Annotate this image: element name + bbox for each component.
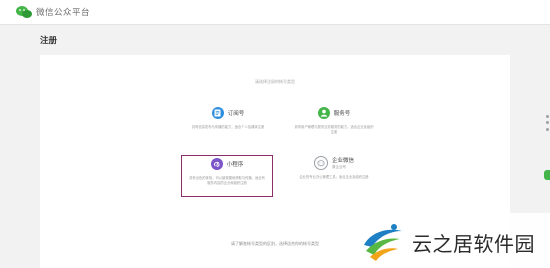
card-header: 服务号: [288, 105, 380, 121]
card-description: 企业的专业办公管理工具，适合企业及组织注册: [299, 175, 369, 179]
page-title: 注册: [40, 36, 58, 46]
card-subscription[interactable]: 订阅号 具有信息发布与传播的能力，适合个人及媒体注册: [182, 105, 274, 147]
card-name: 小程序: [226, 162, 244, 168]
card-enterprise-wechat[interactable]: 企业微信 原企业号 企业的专业办公管理工具，适合企业及组织注册: [288, 155, 380, 197]
watermark: 云之居软件园: [350, 213, 550, 268]
wechat-logo-icon[interactable]: [16, 5, 32, 19]
person-icon: [317, 107, 330, 119]
card-header: 订阅号: [182, 105, 274, 121]
watermark-text: 云之居软件园: [412, 232, 535, 256]
side-dot-icon: [545, 128, 549, 132]
side-toolbar[interactable]: [544, 113, 550, 133]
enterprise-chat-icon: [313, 156, 328, 170]
document-icon: [211, 107, 224, 119]
watermark-logo-icon: [364, 224, 402, 261]
brand-title[interactable]: 微信公众平台: [36, 6, 90, 18]
card-description: 具有用户管理与提供业务服务的能力，适合企业及组织注册: [294, 125, 374, 134]
card-description: 具有信息发布与传播的能力，适合个人及媒体注册: [191, 125, 265, 129]
card-header: 小程序: [182, 156, 272, 172]
side-feedback-tab[interactable]: [544, 170, 550, 180]
card-name: 订阅号: [227, 111, 245, 117]
card-header: 企业微信 原企业号: [288, 155, 380, 171]
top-bar: 微信公众平台: [0, 0, 550, 25]
card-service[interactable]: 服务号 具有用户管理与提供业务服务的能力，适合企业及组织注册: [288, 105, 380, 147]
card-description: 具有出色的体验，可以被便捷地获取与传播，适合有服务内容的企业和组织注册: [189, 176, 265, 185]
card-name: 企业微信: [331, 158, 354, 164]
side-dot-icon: [545, 121, 549, 125]
miniprogram-icon: [210, 158, 223, 170]
side-dot-icon: [545, 114, 549, 118]
card-name: 服务号: [333, 111, 351, 117]
account-type-prompt: 请选择注册的帐号类型: [255, 79, 295, 84]
card-miniprogram[interactable]: 小程序 具有出色的体验，可以被便捷地获取与传播，适合有服务内容的企业和组织注册: [181, 155, 273, 197]
card-name-group: 企业微信 原企业号: [332, 156, 354, 170]
card-subtitle: 原企业号: [331, 165, 346, 169]
